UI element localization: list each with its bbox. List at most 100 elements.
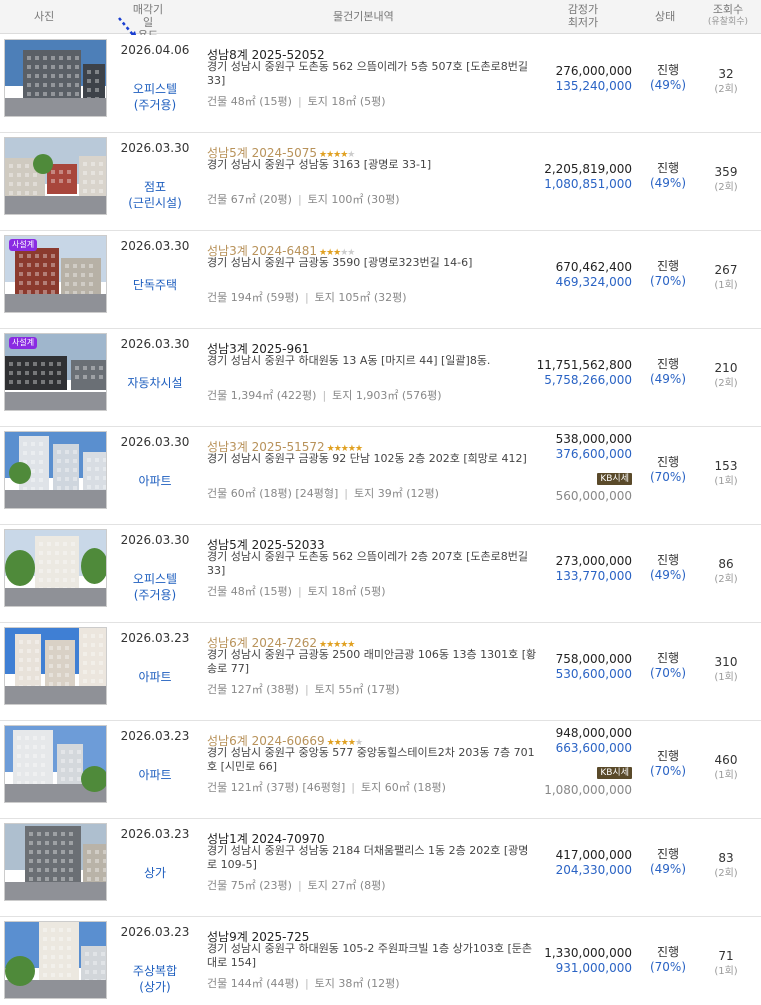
use-label: 주상복합 bbox=[132, 964, 178, 978]
property-photo[interactable] bbox=[4, 39, 107, 117]
kb-label: KB시세 bbox=[600, 474, 629, 484]
photo-building bbox=[5, 356, 67, 390]
property-photo[interactable] bbox=[4, 137, 107, 215]
photo-window bbox=[83, 171, 87, 175]
photo-window bbox=[59, 83, 63, 87]
property-use[interactable]: 아파트 bbox=[112, 473, 198, 489]
header-price[interactable]: 감정가 최저가 bbox=[563, 3, 603, 29]
photo-window bbox=[61, 868, 65, 872]
photo-window bbox=[99, 171, 103, 175]
listing-row[interactable]: 2026.03.30 아파트 성남3계 2025-51572 ★★★★★ 경기 성남시 … bbox=[0, 427, 761, 525]
status-badge: 진행 (70%) bbox=[640, 259, 696, 289]
photo-window bbox=[69, 750, 73, 754]
fail-count: (2회) bbox=[714, 182, 738, 193]
photo-window bbox=[95, 868, 99, 872]
header-status[interactable]: 상태 bbox=[655, 10, 675, 23]
view-count: 460 (1회) bbox=[698, 753, 754, 783]
listing-row[interactable]: 2026.03.30 오피스텔 (주거용) 성남5계 2025-52033 경기 성남시… bbox=[0, 525, 761, 623]
photo-window bbox=[31, 451, 35, 455]
property-use[interactable]: 주상복합 (상가) bbox=[112, 963, 198, 995]
minimum-price: 663,600,000 bbox=[555, 741, 632, 755]
land-area: 토지 55㎡ (17평) bbox=[314, 683, 400, 696]
photo-window bbox=[83, 652, 87, 656]
property-photo[interactable]: 사설계 bbox=[4, 333, 107, 411]
listing-row[interactable]: 사설계 2026.03.30 자동차시설 성남3계 2025-961 경기 성남시 중원… bbox=[0, 329, 761, 427]
property-address: 경기 성남시 중원구 성남동 2184 더채움팰리스 1동 2층 202호 [광… bbox=[207, 844, 529, 871]
property-photo[interactable] bbox=[4, 823, 107, 901]
listing-row[interactable]: 사설계 2026.03.30 단독주택 성남3계 2024-6481 ★★★★★ 경기 성… bbox=[0, 231, 761, 329]
listing-row[interactable]: 2026.03.23 아파트 성남6계 2024-60669 ★★★★★ 경기 성남시 … bbox=[0, 721, 761, 819]
property-use[interactable]: 단독주택 bbox=[112, 277, 198, 293]
photo-ground bbox=[5, 881, 106, 900]
photo-window bbox=[77, 768, 81, 772]
photo-window bbox=[41, 362, 45, 366]
status-badge: 진행 (49%) bbox=[640, 847, 696, 877]
property-photo[interactable] bbox=[4, 921, 107, 999]
photo-window bbox=[25, 772, 29, 776]
photo-window bbox=[39, 469, 43, 473]
property-photo[interactable] bbox=[4, 725, 107, 803]
property-use[interactable]: 오피스텔 (주거용) bbox=[112, 81, 198, 113]
photo-window bbox=[43, 83, 47, 87]
photo-window bbox=[83, 634, 87, 638]
photo-window bbox=[53, 841, 57, 845]
photo-window bbox=[71, 560, 75, 564]
photo-window bbox=[87, 476, 91, 480]
photo-window bbox=[35, 83, 39, 87]
appraisal-price: 948,000,000 bbox=[555, 726, 632, 740]
photo-window bbox=[85, 970, 89, 974]
photo-tree bbox=[33, 154, 53, 174]
listing-row[interactable]: 2026.03.23 아파트 성남6계 2024-7262 ★★★★★ 경기 성남시 중… bbox=[0, 623, 761, 721]
listing-row[interactable]: 2026.03.23 주상복합 (상가) 성남9계 2025-725 경기 성남시 중원… bbox=[0, 917, 761, 1005]
property-use[interactable]: 아파트 bbox=[112, 669, 198, 685]
photo-window bbox=[27, 281, 31, 285]
photo-window bbox=[43, 254, 47, 258]
property-use[interactable]: 자동차시설 bbox=[112, 375, 198, 391]
photo-window bbox=[59, 973, 63, 977]
photo-window bbox=[85, 961, 89, 965]
photo-window bbox=[17, 173, 21, 177]
photo-window bbox=[65, 646, 69, 650]
photo-window bbox=[103, 859, 106, 863]
listing-row[interactable]: 2026.03.23 상가 성남1계 2024-70970 경기 성남시 중원구 성남… bbox=[0, 819, 761, 917]
photo-window bbox=[35, 272, 39, 276]
photo-window bbox=[59, 56, 63, 60]
property-use[interactable]: 점포 (근린시설) bbox=[112, 179, 198, 211]
area-separator: | bbox=[351, 781, 355, 794]
status-percent: (70%) bbox=[649, 960, 687, 974]
listing-row[interactable]: 2026.04.06 오피스텔 (주거용) 성남8계 2025-52052 경기 성남시… bbox=[0, 35, 761, 133]
photo-ground bbox=[5, 293, 106, 312]
photo-window bbox=[35, 658, 39, 662]
photo-window bbox=[33, 173, 37, 177]
view-count: 153 (1회) bbox=[698, 459, 754, 489]
photo-window bbox=[39, 460, 43, 464]
photo-window bbox=[91, 652, 95, 656]
sale-date: 2026.03.30 bbox=[120, 533, 190, 547]
property-address: 경기 성남시 중원구 도촌동 562 으뜸이레가 5층 507호 [도촌로8번길… bbox=[207, 60, 529, 87]
photo-window bbox=[89, 273, 93, 277]
photo-window bbox=[25, 182, 29, 186]
photo-window bbox=[67, 56, 71, 60]
photo-window bbox=[43, 272, 47, 276]
sale-date: 2026.03.30 bbox=[120, 141, 190, 155]
appraisal-price: 1,330,000,000 bbox=[544, 946, 632, 960]
use-label: 자동차시설 bbox=[127, 376, 183, 390]
photo-window bbox=[43, 65, 47, 69]
property-photo[interactable] bbox=[4, 431, 107, 509]
property-photo[interactable]: 사설계 bbox=[4, 235, 107, 313]
property-photo[interactable] bbox=[4, 529, 107, 607]
use-label: 아파트 bbox=[138, 474, 172, 488]
fail-count: (2회) bbox=[714, 574, 738, 585]
property-use[interactable]: 오피스텔 (주거용) bbox=[112, 571, 198, 603]
header-views[interactable]: 조회수 (유찰회수) bbox=[702, 3, 754, 29]
photo-window bbox=[69, 841, 73, 845]
listing-row[interactable]: 2026.03.30 점포 (근린시설) 성남5계 2024-5075 ★★★★★ 경기 … bbox=[0, 133, 761, 231]
property-photo[interactable] bbox=[4, 627, 107, 705]
photo-window bbox=[59, 74, 63, 78]
view-count: 86 (2회) bbox=[698, 557, 754, 587]
property-use[interactable]: 아파트 bbox=[112, 767, 198, 783]
photo-window bbox=[55, 551, 59, 555]
property-use[interactable]: 상가 bbox=[112, 865, 198, 881]
photo-window bbox=[35, 649, 39, 653]
photo-window bbox=[75, 56, 79, 60]
